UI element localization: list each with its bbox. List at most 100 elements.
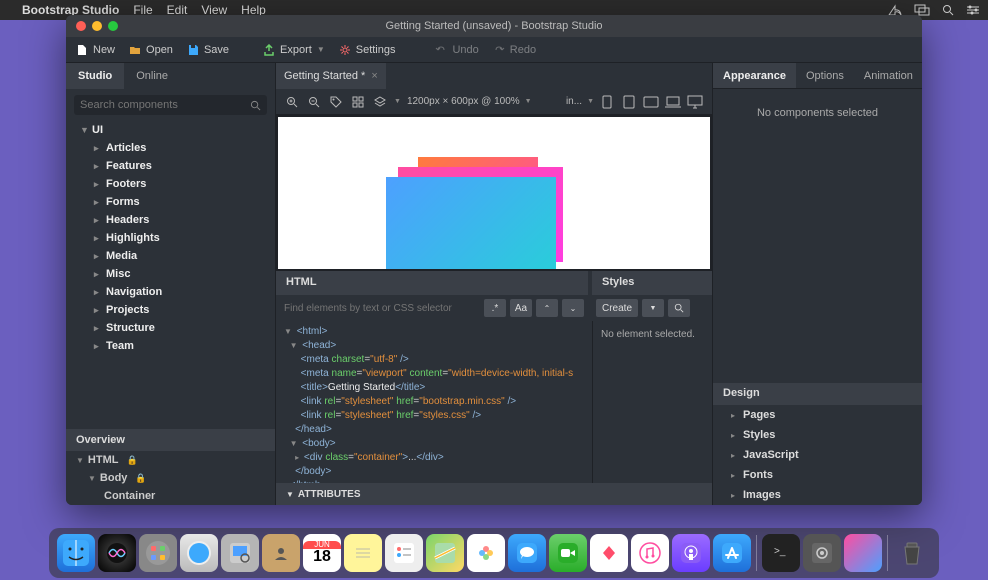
design-pages[interactable]: ▸Pages [713,405,922,425]
tree-highlights[interactable]: ▸Highlights [66,229,275,247]
tree-navigation[interactable]: ▸Navigation [66,283,275,301]
dock-notes-icon[interactable] [344,534,382,572]
spotlight-icon[interactable] [942,4,954,16]
canvas-zoom-info[interactable]: 1200px × 600px @ 100%▼ [407,96,532,107]
lock-icon: 🔒 [135,473,146,484]
tree-team[interactable]: ▸Team [66,337,275,355]
canvas-controls: ▼ 1200px × 600px @ 100%▼ in...▼ [276,89,712,115]
tab-studio[interactable]: Studio [66,63,124,89]
tree-ui[interactable]: ▼UI [66,121,275,139]
chevron-right-icon: ▸ [731,491,739,500]
dock-messages-icon[interactable] [508,534,546,572]
canvas-page[interactable] [278,117,710,269]
dock-trash-icon[interactable] [893,534,931,572]
html-code-view[interactable]: ▼ <html> ▼ <head> <meta charset="utf-8" … [276,321,592,483]
window-zoom-button[interactable] [108,21,118,31]
overview-container[interactable]: Container [66,487,275,505]
tree-headers[interactable]: ▸Headers [66,211,275,229]
device-select[interactable]: in...▼ [566,96,594,107]
dock-siri-icon[interactable] [98,534,136,572]
export-button[interactable]: Export▼ [263,44,325,56]
dock-appstore-icon[interactable] [713,534,751,572]
tab-appearance[interactable]: Appearance [713,63,796,88]
chevron-right-icon: ▸ [94,251,102,262]
device-desktop-icon[interactable] [686,94,704,110]
window-minimize-button[interactable] [92,21,102,31]
tab-animation[interactable]: Animation [854,63,922,88]
grid-icon[interactable] [350,94,366,110]
chevron-down-icon[interactable]: ▼ [394,98,401,105]
dock-itunes-icon[interactable] [631,534,669,572]
redo-button[interactable]: Redo [493,44,536,56]
tree-footers[interactable]: ▸Footers [66,175,275,193]
dock-podcasts-icon[interactable] [672,534,710,572]
tree-media[interactable]: ▸Media [66,247,275,265]
dock-launchpad-icon[interactable] [139,534,177,572]
dock-preview-icon[interactable] [221,534,259,572]
device-laptop-icon[interactable] [664,94,682,110]
tag-icon[interactable] [328,94,344,110]
find-input[interactable] [284,303,480,314]
canvas-shape-blue[interactable] [386,177,556,269]
dock-bootstrapstudio-icon[interactable] [844,534,882,572]
device-tablet-icon[interactable] [620,94,638,110]
create-style-button[interactable]: Create [596,299,638,317]
tree-structure[interactable]: ▸Structure [66,319,275,337]
prev-match-button[interactable]: ⌃ [536,299,558,317]
overview-body[interactable]: ▼Body🔒 [66,469,275,487]
tree-projects[interactable]: ▸Projects [66,301,275,319]
chevron-right-icon: ▸ [94,233,102,244]
dock-reminders-icon[interactable] [385,534,423,572]
window-close-button[interactable] [76,21,86,31]
tab-online[interactable]: Online [124,63,180,89]
chevron-right-icon: ▸ [94,269,102,280]
search-components[interactable] [74,95,267,115]
chevron-right-icon: ▸ [94,341,102,352]
regex-button[interactable]: .* [484,299,506,317]
dock-maps-icon[interactable] [426,534,464,572]
tab-options[interactable]: Options [796,63,854,88]
design-styles[interactable]: ▸Styles [713,425,922,445]
zoom-in-icon[interactable] [284,94,300,110]
dock-finder-icon[interactable] [57,534,95,572]
design-images[interactable]: ▸Images [713,485,922,505]
canvas[interactable] [276,115,712,271]
dock-safari-icon[interactable] [180,534,218,572]
attributes-panel-header[interactable]: ▼ ATTRIBUTES [276,483,712,505]
save-icon [187,44,199,56]
tree-misc[interactable]: ▸Misc [66,265,275,283]
overview-html[interactable]: ▼HTML🔒 [66,451,275,469]
new-button[interactable]: New [76,44,115,56]
file-tab-label: Getting Started * [284,70,365,82]
next-match-button[interactable]: ⌄ [562,299,584,317]
style-search-button[interactable] [668,299,690,317]
dock-calendar-icon[interactable]: JUN18 [303,534,341,572]
dock-terminal-icon[interactable]: >_ [762,534,800,572]
chevron-right-icon: ▸ [94,197,102,208]
settings-label: Settings [356,44,396,56]
control-center-icon[interactable] [966,4,980,16]
dock-photos-icon[interactable] [467,534,505,572]
layers-icon[interactable] [372,94,388,110]
create-dropdown-button[interactable]: ▼ [642,299,664,317]
dock-contacts-icon[interactable] [262,534,300,572]
save-button[interactable]: Save [187,44,229,56]
tree-articles[interactable]: ▸Articles [66,139,275,157]
device-phone-icon[interactable] [598,94,616,110]
settings-button[interactable]: Settings [339,44,396,56]
close-icon[interactable]: × [371,70,377,82]
dock-facetime-icon[interactable] [549,534,587,572]
design-fonts[interactable]: ▸Fonts [713,465,922,485]
file-tab-getting-started[interactable]: Getting Started * × [276,63,386,89]
open-button[interactable]: Open [129,44,173,56]
tree-features[interactable]: ▸Features [66,157,275,175]
tree-forms[interactable]: ▸Forms [66,193,275,211]
case-button[interactable]: Aa [510,299,532,317]
design-javascript[interactable]: ▸JavaScript [713,445,922,465]
search-input[interactable] [80,99,250,111]
dock-preferences-icon[interactable] [803,534,841,572]
zoom-out-icon[interactable] [306,94,322,110]
dock-news-icon[interactable] [590,534,628,572]
undo-button[interactable]: Undo [435,44,478,56]
device-landscape-icon[interactable] [642,94,660,110]
